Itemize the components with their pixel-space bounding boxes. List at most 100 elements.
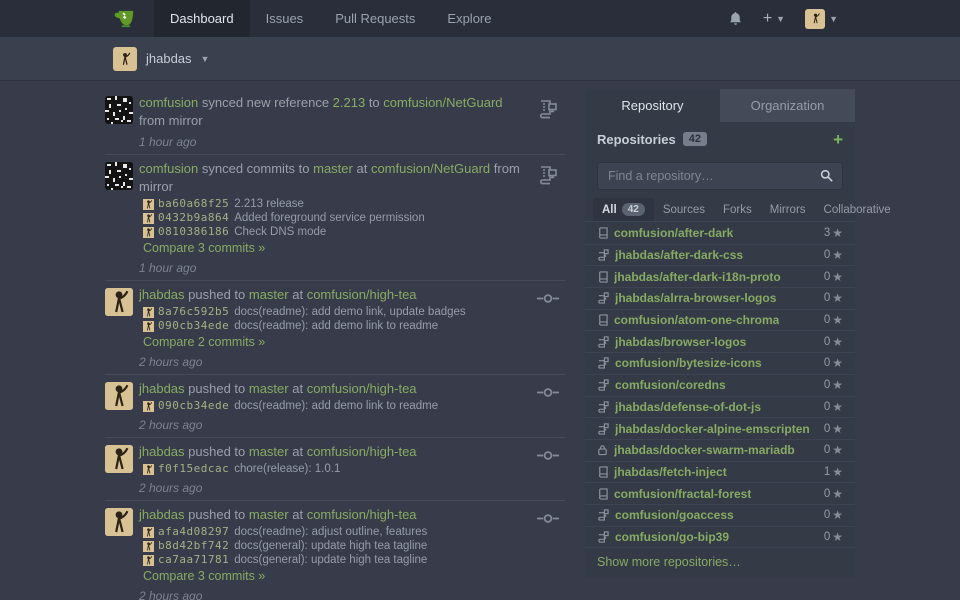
actor-avatar[interactable] [105, 288, 133, 316]
repo-link[interactable]: jhabdas/docker-alpine-emscripten [615, 422, 810, 436]
repo-row[interactable]: comfusion/atom-one-chroma 0 ★ [585, 309, 855, 331]
repo-row[interactable]: jhabdas/defense-of-dot-js 0 ★ [585, 396, 855, 418]
commit-sha-link[interactable]: 8a76c592b5 [158, 305, 229, 319]
feed-title: jhabdas pushed to master at comfusion/hi… [139, 443, 565, 461]
compare-commits-link[interactable]: Compare 3 commits » [143, 241, 265, 256]
actor-avatar[interactable] [105, 508, 133, 536]
feed-link[interactable]: comfusion/NetGuard [383, 95, 502, 110]
commit-sha-link[interactable]: b8d42bf742 [158, 539, 229, 553]
feed-link[interactable]: master [313, 161, 353, 176]
repo-link[interactable]: comfusion/go-bip39 [615, 530, 729, 544]
search-icon[interactable] [820, 169, 833, 182]
commit-sha-link[interactable]: ba60a68f25 [158, 197, 229, 211]
filter-all[interactable]: All 42 [593, 198, 654, 221]
actor-avatar[interactable] [105, 445, 133, 473]
repo-row[interactable]: jhabdas/docker-swarm-mariadb 0 ★ [585, 439, 855, 461]
feed-link[interactable]: comfusion/NetGuard [371, 161, 490, 176]
actor-avatar[interactable] [105, 382, 133, 410]
repo-row[interactable]: jhabdas/after-dark-css 0 ★ [585, 244, 855, 266]
repo-star-count: 0 ★ [824, 508, 843, 522]
commit-sha-link[interactable]: afa4d08297 [158, 525, 229, 539]
star-icon: ★ [832, 335, 843, 349]
repo-link[interactable]: jhabdas/browser-logos [615, 335, 746, 349]
repo-link[interactable]: comfusion/bytesize-icons [615, 356, 762, 370]
commit-sha-link[interactable]: ca7aa71781 [158, 553, 229, 567]
context-avatar[interactable] [113, 47, 137, 71]
repo-row[interactable]: jhabdas/browser-logos 0 ★ [585, 330, 855, 352]
repo-row[interactable]: jhabdas/fetch-inject 1 ★ [585, 461, 855, 483]
repo-link[interactable]: jhabdas/fetch-inject [614, 465, 727, 479]
filter-forks[interactable]: Forks [714, 198, 761, 221]
tab-repository[interactable]: Repository [585, 89, 720, 122]
feed-link[interactable]: comfusion/high-tea [307, 507, 417, 522]
commit-sha-link[interactable]: 0432b9a864 [158, 211, 229, 225]
repo-star-count: 0 ★ [824, 487, 843, 501]
show-more-repositories-link[interactable]: Show more repositories… [585, 547, 855, 578]
repo-row[interactable]: jhabdas/docker-alpine-emscripten 0 ★ [585, 417, 855, 439]
repo-link[interactable]: comfusion/goaccess [615, 508, 734, 522]
repo-link[interactable]: comfusion/coredns [615, 378, 726, 392]
actor-avatar[interactable] [105, 96, 133, 124]
repo-link[interactable]: comfusion/fractal-forest [614, 487, 751, 501]
repo-row[interactable]: jhabdas/after-dark-i18n-proto 0 ★ [585, 265, 855, 287]
nav-pull-requests[interactable]: Pull Requests [319, 0, 431, 37]
repo-link[interactable]: jhabdas/docker-swarm-mariadb [614, 443, 795, 457]
commit-sha-link[interactable]: 090cb34ede [158, 319, 229, 333]
mirror-icon [535, 164, 559, 188]
compare-commits-link[interactable]: Compare 2 commits » [143, 335, 265, 350]
commit-sha-link[interactable]: 090cb34ede [158, 399, 229, 413]
feed-link[interactable]: jhabdas [139, 287, 185, 302]
repo-row[interactable]: comfusion/go-bip39 0 ★ [585, 526, 855, 548]
add-repository-button[interactable]: + [833, 131, 843, 148]
feed-text: pushed to [185, 287, 249, 302]
repo-link[interactable]: comfusion/atom-one-chroma [614, 313, 779, 327]
tab-organization[interactable]: Organization [720, 89, 855, 122]
feed-link[interactable]: jhabdas [139, 444, 185, 459]
context-user-name[interactable]: jhabdas [146, 51, 192, 66]
nav-explore[interactable]: Explore [431, 0, 507, 37]
repo-link[interactable]: jhabdas/defense-of-dot-js [615, 400, 761, 414]
commit-author-avatar [143, 464, 154, 475]
feed-link[interactable]: master [249, 444, 289, 459]
feed-link[interactable]: comfusion [139, 95, 198, 110]
feed-link[interactable]: master [249, 287, 289, 302]
repo-row[interactable]: comfusion/fractal-forest 0 ★ [585, 482, 855, 504]
gitea-logo[interactable] [0, 0, 154, 37]
feed-link[interactable]: comfusion [139, 161, 198, 176]
filter-sources[interactable]: Sources [654, 198, 714, 221]
repo-link[interactable]: comfusion/after-dark [614, 226, 733, 240]
filter-collaborative[interactable]: Collaborative [815, 198, 900, 221]
commit-sha-link[interactable]: f0f15edcac [158, 462, 229, 476]
feed-link[interactable]: comfusion/high-tea [307, 444, 417, 459]
feed-link[interactable]: comfusion/high-tea [307, 381, 417, 396]
repo-row[interactable]: jhabdas/alrra-browser-logos 0 ★ [585, 287, 855, 309]
repo-row[interactable]: comfusion/bytesize-icons 0 ★ [585, 352, 855, 374]
repo-row[interactable]: comfusion/after-dark 3 ★ [585, 222, 855, 244]
feed-link[interactable]: comfusion/high-tea [307, 287, 417, 302]
filter-mirrors[interactable]: Mirrors [761, 198, 815, 221]
repo-link[interactable]: jhabdas/after-dark-css [615, 248, 743, 262]
commit-message: chore(release): 1.0.1 [234, 462, 340, 476]
feed-link[interactable]: jhabdas [139, 381, 185, 396]
nav-issues[interactable]: Issues [250, 0, 320, 37]
feed-link[interactable]: 2.213 [333, 95, 366, 110]
commit-sha-link[interactable]: 0810386186 [158, 225, 229, 239]
create-new-dropdown[interactable]: + ▼ [763, 11, 785, 27]
repo-row[interactable]: comfusion/coredns 0 ★ [585, 374, 855, 396]
feed-link[interactable]: jhabdas [139, 507, 185, 522]
commit-line: afa4d08297docs(readme): adjust outline, … [143, 525, 565, 539]
repo-row[interactable]: comfusion/goaccess 0 ★ [585, 504, 855, 526]
repo-link[interactable]: jhabdas/alrra-browser-logos [615, 291, 776, 305]
fork-icon [597, 401, 609, 413]
feed-link[interactable]: master [249, 507, 289, 522]
user-menu[interactable]: ▼ [805, 9, 838, 29]
actor-avatar[interactable] [105, 162, 133, 190]
repository-search-input[interactable] [597, 162, 843, 190]
nav-dashboard[interactable]: Dashboard [154, 0, 250, 37]
compare-commits-link[interactable]: Compare 3 commits » [143, 569, 265, 584]
repo-link[interactable]: jhabdas/after-dark-i18n-proto [614, 270, 781, 284]
feed-link[interactable]: master [249, 381, 289, 396]
chevron-down-icon[interactable]: ▼ [201, 54, 210, 64]
bell-icon[interactable] [728, 11, 743, 26]
feed-text: pushed to [185, 381, 249, 396]
